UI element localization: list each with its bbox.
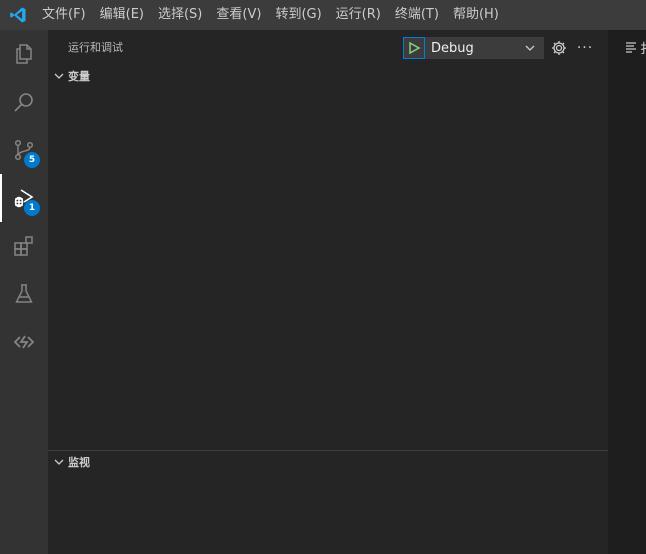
editor-tab-label[interactable]: 扌 — [640, 38, 646, 57]
sidebar-title: 运行和调试 — [68, 41, 123, 54]
watch-section-title: 监视 — [68, 456, 90, 469]
watch-section-header[interactable]: 监视 — [48, 451, 608, 473]
debug-config-select[interactable]: Debug — [425, 37, 544, 59]
variables-section-header[interactable]: 变量 — [48, 65, 608, 87]
menu-terminal[interactable]: 终端(T) — [388, 0, 446, 30]
watch-panel — [48, 473, 608, 554]
menu-selection[interactable]: 选择(S) — [151, 0, 209, 30]
editor-area: 扌 — [608, 30, 646, 554]
files-icon — [16, 44, 32, 64]
remote-button[interactable] — [0, 318, 48, 366]
play-icon — [409, 41, 421, 55]
vscode-logo-icon — [0, 0, 35, 30]
remote-icon — [13, 335, 35, 349]
list-icon — [626, 42, 636, 53]
menu-view[interactable]: 查看(V) — [209, 0, 268, 30]
more-actions-icon[interactable]: ··· — [576, 39, 594, 57]
menu-go[interactable]: 转到(G) — [268, 0, 328, 30]
source-control-button[interactable]: 5 — [0, 126, 48, 174]
source-control-badge: 5 — [24, 152, 40, 168]
menu-bar: 文件(F) 编辑(E) 选择(S) 查看(V) 转到(G) 运行(R) 终端(T… — [35, 0, 506, 30]
extensions-icon — [14, 236, 33, 256]
extensions-button[interactable] — [0, 222, 48, 270]
variables-panel — [48, 87, 608, 450]
search-button[interactable] — [0, 78, 48, 126]
run-debug-sidebar: 运行和调试 Debug ··· 变量 监视 — [48, 30, 608, 554]
sidebar-header: 运行和调试 Debug ··· — [48, 30, 608, 65]
menu-run[interactable]: 运行(R) — [329, 0, 388, 30]
testing-button[interactable] — [0, 270, 48, 318]
menu-edit[interactable]: 编辑(E) — [93, 0, 151, 30]
flask-icon — [15, 284, 33, 303]
menu-help[interactable]: 帮助(H) — [446, 0, 506, 30]
variables-section-title: 变量 — [68, 70, 90, 83]
chevron-down-icon — [54, 73, 64, 79]
title-bar: 文件(F) 编辑(E) 选择(S) 查看(V) 转到(G) 运行(R) 终端(T… — [0, 0, 646, 30]
run-debug-button[interactable]: 1 — [0, 174, 48, 222]
activity-bar: 5 1 — [0, 30, 48, 554]
menu-file[interactable]: 文件(F) — [35, 0, 93, 30]
debug-badge: 1 — [24, 200, 40, 216]
debug-config-label: Debug — [431, 40, 474, 56]
gear-icon[interactable] — [550, 39, 568, 57]
chevron-down-icon — [54, 459, 64, 465]
chevron-down-icon — [525, 45, 535, 51]
explorer-button[interactable] — [0, 30, 48, 78]
search-icon — [14, 93, 33, 112]
start-debugging-button[interactable] — [403, 37, 425, 59]
